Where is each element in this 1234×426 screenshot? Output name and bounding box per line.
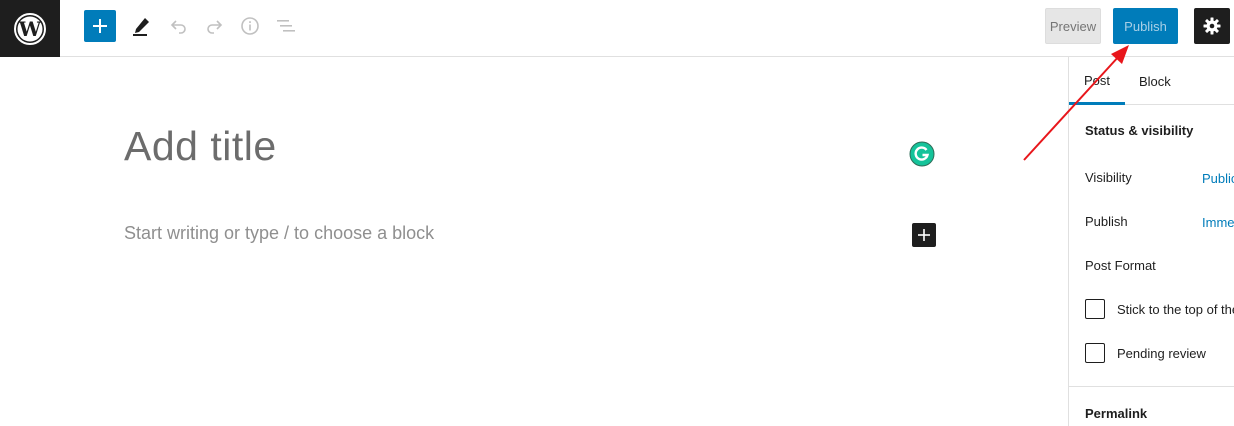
add-block-button[interactable] [84,10,116,42]
plus-icon [93,19,107,33]
pencil-icon [133,18,149,36]
pending-review-label[interactable]: Pending review [1117,346,1206,361]
block-inserter-button[interactable] [912,223,936,247]
post-title-input[interactable]: Add title [124,123,277,170]
info-icon [241,17,259,35]
post-format-label: Post Format [1085,258,1156,273]
gear-icon [1203,17,1221,35]
tab-post[interactable]: Post [1069,57,1125,105]
status-visibility-panel-toggle[interactable]: Status & visibility [1085,123,1193,138]
preview-button[interactable]: Preview [1045,8,1101,44]
settings-button[interactable] [1194,8,1230,44]
undo-icon [170,20,186,34]
publish-date-toggle[interactable]: Immediately [1202,215,1234,230]
grammarly-icon[interactable] [909,141,935,167]
visibility-toggle[interactable]: Public [1202,171,1234,186]
settings-sidebar: Post Block Status & visibility Visibilit… [1068,57,1234,426]
publish-button[interactable]: Publish [1113,8,1178,44]
tools-button[interactable] [126,10,156,42]
visibility-label: Visibility [1085,170,1132,185]
editor-canvas: Add title Start writing or type / to cho… [0,57,1068,426]
content-structure-button[interactable] [236,10,264,42]
permalink-panel-toggle[interactable]: Permalink [1085,406,1147,421]
publish-date-label: Publish [1085,214,1128,229]
list-outline-icon [277,20,295,32]
sidebar-tabs: Post Block [1069,57,1234,105]
tab-block[interactable]: Block [1139,57,1171,105]
wordpress-logo-icon: W [14,12,46,45]
panel-divider [1069,386,1234,387]
editor-header: W Preview Publish [0,0,1234,57]
sticky-label[interactable]: Stick to the top of the blog [1117,302,1234,317]
redo-icon [207,20,223,34]
undo-button[interactable] [165,10,193,42]
svg-text:W: W [18,17,42,41]
plus-icon [918,229,930,241]
block-appender[interactable]: Start writing or type / to choose a bloc… [124,223,434,244]
pending-review-checkbox[interactable] [1085,343,1105,363]
sticky-checkbox[interactable] [1085,299,1105,319]
wordpress-logo-button[interactable]: W [0,0,60,57]
block-navigation-button[interactable] [272,10,300,42]
redo-button[interactable] [200,10,228,42]
